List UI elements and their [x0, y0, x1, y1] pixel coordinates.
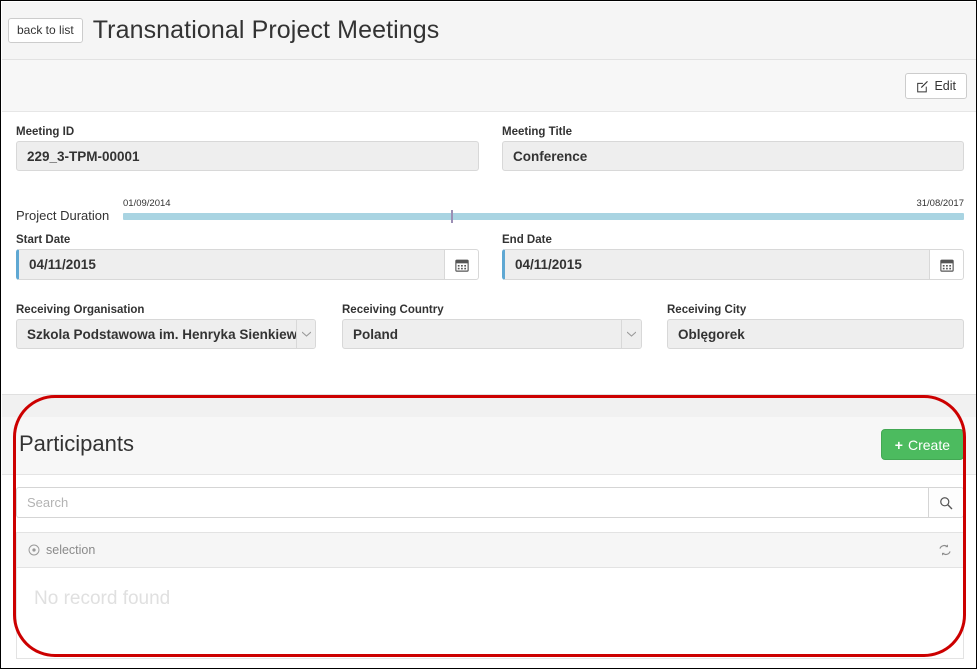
receiving-organisation-label: Receiving Organisation — [16, 304, 145, 316]
project-duration-track: 01/09/2014 31/08/2017 — [123, 198, 964, 230]
participants-list-body: selection No record found — [2, 475, 976, 668]
calendar-icon — [454, 258, 469, 272]
chevron-down-icon[interactable] — [296, 320, 315, 348]
end-date-group: End Date 04/11/2015 — [502, 234, 964, 280]
edit-button-label: Edit — [934, 79, 956, 93]
receiving-city-label: Receiving City — [667, 304, 747, 316]
receiving-country-select[interactable]: Poland — [342, 319, 642, 349]
receiving-country-group: Receiving Country Poland — [342, 304, 642, 349]
project-duration-marker — [450, 210, 453, 223]
receiving-country-label: Receiving Country — [342, 304, 444, 316]
project-duration-label: Project Duration — [16, 208, 110, 223]
end-date-label: End Date — [502, 234, 552, 246]
selection-label: selection — [46, 543, 96, 557]
refresh-button[interactable] — [938, 543, 952, 557]
participants-search-row — [16, 487, 964, 518]
plus-icon: + — [894, 436, 903, 453]
selection-dropdown[interactable]: selection — [28, 543, 95, 557]
details-form: Meeting ID 229_3-TPM-00001 Meeting Title… — [2, 112, 976, 394]
start-date-label: Start Date — [16, 234, 71, 246]
edit-button[interactable]: Edit — [905, 73, 967, 99]
pencil-square-icon — [916, 80, 929, 93]
meeting-title-group: Meeting Title Conference — [502, 126, 964, 171]
empty-state-message: No record found — [34, 588, 171, 609]
start-date-field[interactable]: 04/11/2015 — [16, 249, 444, 280]
calendar-icon — [939, 258, 954, 272]
create-button-label: Create — [907, 436, 950, 453]
receiving-organisation-value: Szkola Podstawowa im. Henryka Sienkiewic — [27, 326, 297, 342]
meeting-id-field[interactable]: 229_3-TPM-00001 — [16, 141, 479, 171]
project-duration-end-date: 31/08/2017 — [916, 198, 964, 209]
start-date-calendar-button[interactable] — [444, 249, 479, 280]
participants-title: Participants — [19, 431, 134, 456]
receiving-country-value: Poland — [353, 326, 399, 342]
meeting-id-group: Meeting ID 229_3-TPM-00001 — [16, 126, 479, 171]
toolbar-strip: Edit — [2, 60, 976, 112]
participants-panel: Participants + Create Search selection N… — [2, 394, 976, 668]
meeting-title-field[interactable]: Conference — [502, 141, 964, 171]
page-header: back to list Transnational Project Meeti… — [2, 2, 976, 60]
search-button[interactable] — [928, 487, 964, 518]
search-input[interactable] — [16, 487, 928, 518]
project-duration-bar — [123, 210, 964, 223]
create-participant-button[interactable]: + Create — [880, 429, 964, 460]
magnifier-icon — [939, 496, 953, 510]
participants-record-area: No record found — [16, 567, 964, 659]
end-date-control: 04/11/2015 — [502, 249, 964, 280]
meeting-id-label: Meeting ID — [16, 126, 75, 138]
receiving-city-field[interactable]: Oblęgorek — [667, 319, 964, 349]
end-date-calendar-button[interactable] — [929, 249, 964, 280]
project-duration-start-date: 01/09/2014 — [123, 198, 171, 209]
start-date-control: 04/11/2015 — [16, 249, 479, 280]
page-root: back to list Transnational Project Meeti… — [0, 0, 977, 669]
participants-header: Participants + Create — [2, 417, 976, 475]
project-duration-group: Project Duration 01/09/2014 31/08/2017 — [16, 198, 964, 230]
refresh-icon — [938, 543, 952, 557]
receiving-organisation-select[interactable]: Szkola Podstawowa im. Henryka Sienkiewic — [16, 319, 316, 349]
page-title: Transnational Project Meetings — [92, 16, 440, 44]
selection-toolbar: selection — [16, 532, 964, 567]
start-date-group: Start Date 04/11/2015 — [16, 234, 479, 280]
back-to-list-button[interactable]: back to list — [8, 18, 83, 43]
chevron-down-icon[interactable] — [621, 320, 641, 348]
receiving-city-group: Receiving City Oblęgorek — [667, 304, 964, 349]
receiving-organisation-group: Receiving Organisation Szkola Podstawowa… — [16, 304, 316, 349]
end-date-field[interactable]: 04/11/2015 — [502, 249, 929, 280]
circle-dot-icon — [28, 544, 40, 556]
meeting-title-label: Meeting Title — [502, 126, 573, 138]
